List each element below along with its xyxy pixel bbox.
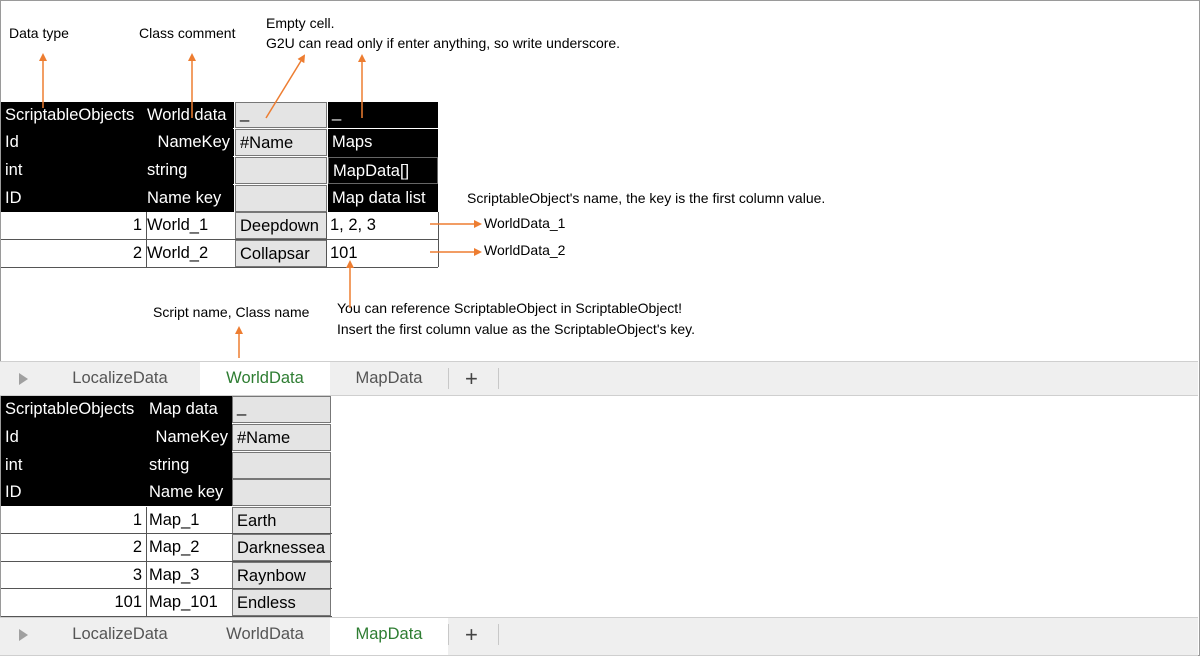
- annotation-arrows: [39, 53, 482, 358]
- arrow-empty-cell-1: [265, 54, 306, 119]
